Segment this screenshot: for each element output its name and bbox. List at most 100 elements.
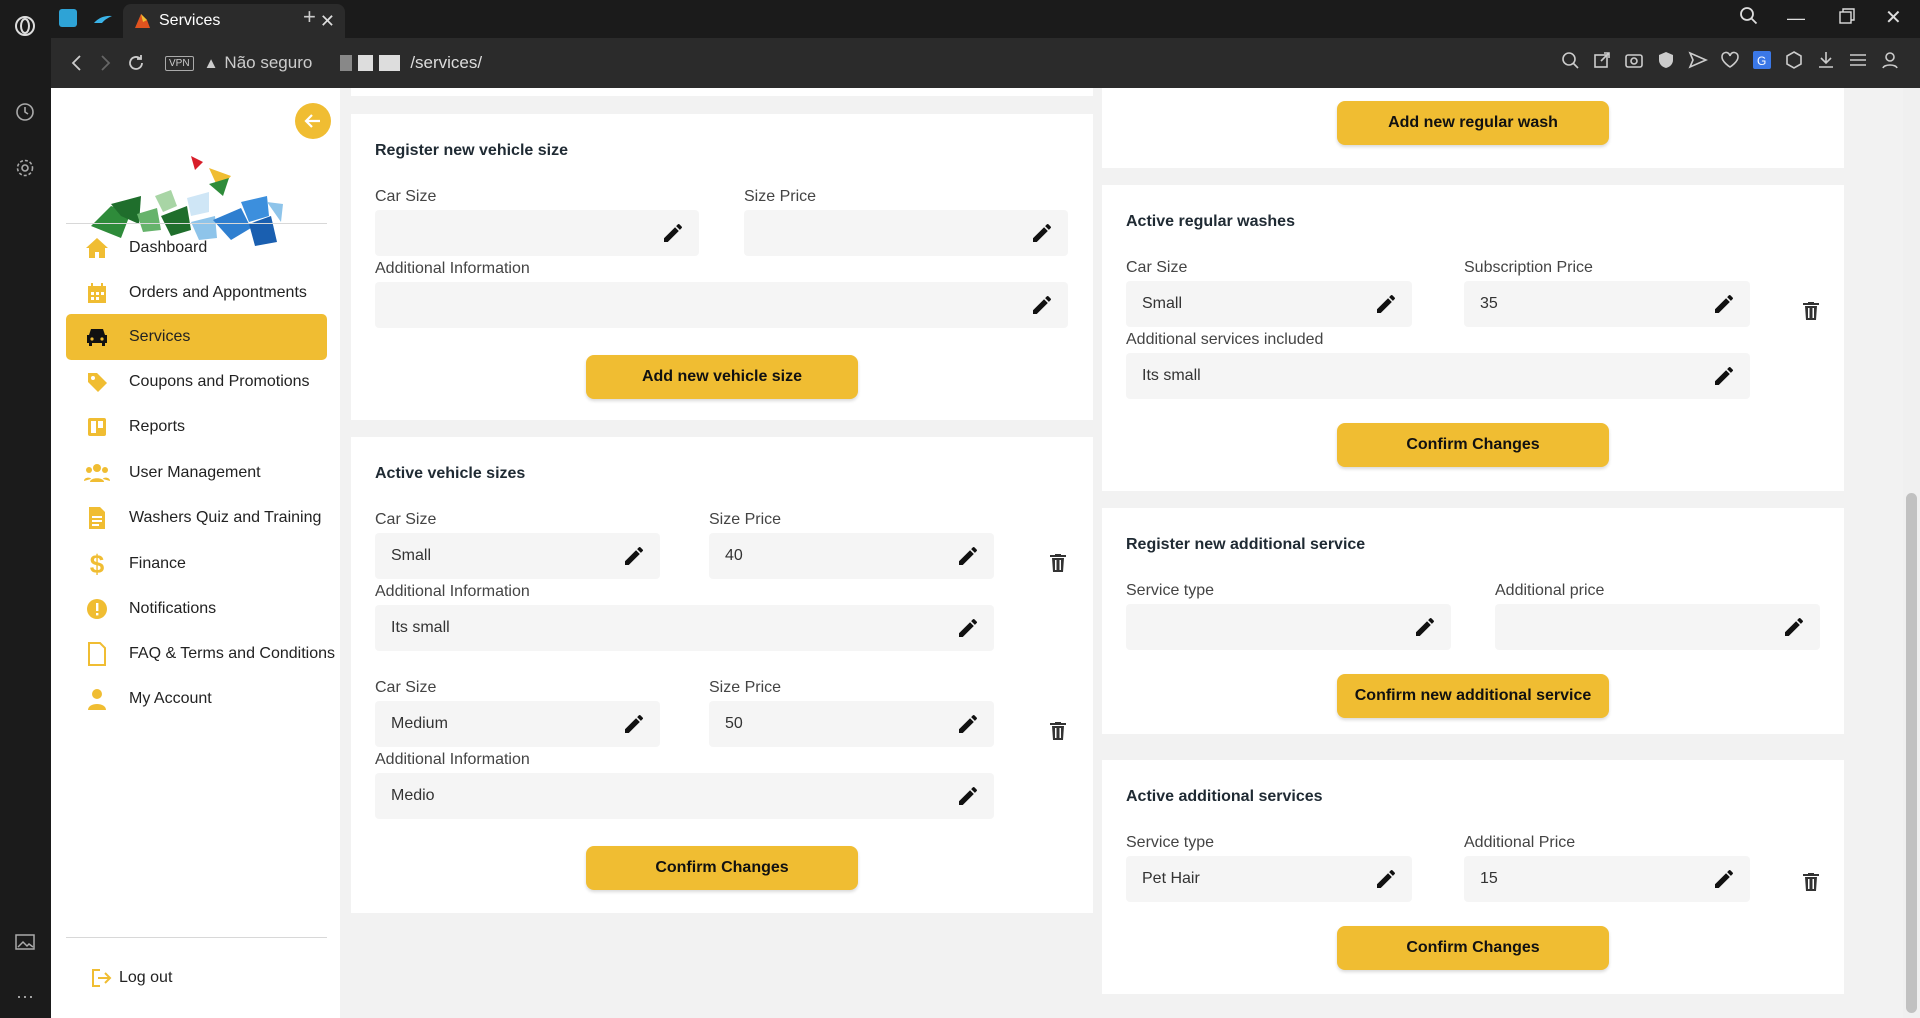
car-size-input[interactable]: Small xyxy=(1126,281,1412,327)
pencil-icon[interactable] xyxy=(956,544,980,568)
send-icon[interactable] xyxy=(1688,50,1708,70)
opera-logo-icon[interactable] xyxy=(13,14,37,38)
nav-finance[interactable]: $ Finance xyxy=(66,541,327,587)
additional-info-label: Additional Information xyxy=(375,751,530,768)
easy-setup-icon[interactable] xyxy=(1848,50,1868,70)
nav-orders[interactable]: Orders and Appontments xyxy=(66,270,327,316)
extensions-cube-icon[interactable] xyxy=(1784,50,1804,70)
back-icon[interactable] xyxy=(61,48,91,78)
logout-link[interactable]: Log out xyxy=(91,968,172,988)
confirm-new-additional-service-button[interactable]: Confirm new additional service xyxy=(1337,674,1609,718)
pencil-icon[interactable] xyxy=(1782,615,1806,639)
nav-my-account[interactable]: My Account xyxy=(66,676,327,722)
nav-reports[interactable]: Reports xyxy=(66,404,327,450)
pencil-icon[interactable] xyxy=(1413,615,1437,639)
pinned-tab-bird-icon[interactable] xyxy=(93,12,113,24)
collapse-sidebar-button[interactable] xyxy=(295,103,331,139)
field-value: Its small xyxy=(1142,367,1201,384)
dollar-icon: $ xyxy=(89,548,105,579)
size-price-input[interactable]: 40 xyxy=(709,533,994,579)
card-title: Active additional services xyxy=(1126,788,1323,805)
additional-info-input[interactable]: Its small xyxy=(375,605,994,651)
additional-info-input[interactable] xyxy=(375,282,1068,328)
pencil-icon[interactable] xyxy=(956,784,980,808)
pencil-icon[interactable] xyxy=(956,712,980,736)
profile-icon[interactable] xyxy=(1880,50,1900,70)
nav-notifications[interactable]: Notifications xyxy=(66,586,327,632)
pencil-icon[interactable] xyxy=(1374,292,1398,316)
logout-label: Log out xyxy=(119,969,173,986)
size-price-input[interactable]: 50 xyxy=(709,701,994,747)
active-additional-services-card: Active additional services Service type … xyxy=(1102,760,1844,994)
nav-faq[interactable]: FAQ & Terms and Conditions xyxy=(66,631,346,677)
car-size-input[interactable]: Medium xyxy=(375,701,660,747)
lens-icon[interactable] xyxy=(1560,50,1580,70)
new-tab-button[interactable]: + xyxy=(303,4,316,30)
pencil-icon[interactable] xyxy=(1030,221,1054,245)
service-type-input[interactable]: Pet Hair xyxy=(1126,856,1412,902)
pinned-tab-icon[interactable] xyxy=(59,9,77,27)
close-window-icon[interactable]: ✕ xyxy=(1885,5,1902,30)
page-scrollbar[interactable] xyxy=(1903,88,1920,1018)
forward-icon[interactable] xyxy=(91,48,121,78)
camera-icon[interactable] xyxy=(1624,50,1644,70)
delete-trash-icon[interactable] xyxy=(1799,870,1823,894)
restore-icon[interactable] xyxy=(1839,8,1855,29)
search-icon[interactable] xyxy=(1739,6,1759,31)
nav-washers-quiz[interactable]: Washers Quiz and Training xyxy=(66,495,327,541)
confirm-changes-button[interactable]: Confirm Changes xyxy=(1337,926,1609,970)
delete-trash-icon[interactable] xyxy=(1046,551,1070,575)
reload-icon[interactable] xyxy=(121,48,151,78)
pencil-icon[interactable] xyxy=(622,712,646,736)
additional-info-input[interactable]: Medio xyxy=(375,773,994,819)
nav-label: Services xyxy=(129,328,191,345)
confirm-changes-button[interactable]: Confirm Changes xyxy=(1337,423,1609,467)
history-icon[interactable] xyxy=(13,100,37,124)
pencil-icon[interactable] xyxy=(1030,293,1054,317)
car-size-label: Car Size xyxy=(1126,259,1188,276)
scrollbar-thumb[interactable] xyxy=(1906,493,1917,1013)
add-vehicle-size-button[interactable]: Add new vehicle size xyxy=(586,355,858,399)
pencil-icon[interactable] xyxy=(1374,867,1398,891)
car-size-input[interactable]: Small xyxy=(375,533,660,579)
url-path[interactable]: /services/ xyxy=(410,53,482,73)
nav-services[interactable]: Services xyxy=(66,314,327,360)
service-type-input[interactable] xyxy=(1126,604,1451,650)
add-regular-wash-button[interactable]: Add new regular wash xyxy=(1337,101,1609,145)
confirm-changes-button[interactable]: Confirm Changes xyxy=(586,846,858,890)
car-size-input[interactable] xyxy=(375,210,699,256)
translate-icon[interactable]: G xyxy=(1752,50,1772,70)
size-price-label: Size Price xyxy=(709,679,782,696)
subscription-price-input[interactable]: 35 xyxy=(1464,281,1750,327)
additional-services-input[interactable]: Its small xyxy=(1126,353,1750,399)
logout-icon xyxy=(92,969,112,987)
pencil-icon[interactable] xyxy=(1712,292,1736,316)
nav-user-management[interactable]: User Management xyxy=(66,450,327,496)
adblock-shield-icon[interactable] xyxy=(1656,50,1676,70)
active-vehicle-sizes-card: Active vehicle sizes Car Size Size Price… xyxy=(351,437,1093,913)
close-tab-icon[interactable]: ✕ xyxy=(320,11,335,32)
size-price-input[interactable] xyxy=(744,210,1068,256)
nav-coupons[interactable]: Coupons and Promotions xyxy=(66,359,327,405)
gallery-icon[interactable] xyxy=(13,930,37,954)
download-icon[interactable] xyxy=(1816,50,1836,70)
settings-gear-icon[interactable] xyxy=(13,156,37,180)
delete-trash-icon[interactable] xyxy=(1046,719,1070,743)
pencil-icon[interactable] xyxy=(956,616,980,640)
pencil-icon[interactable] xyxy=(661,221,685,245)
additional-price-input[interactable] xyxy=(1495,604,1820,650)
users-icon xyxy=(84,460,110,486)
sidebar-divider-bottom xyxy=(66,937,327,938)
pencil-icon[interactable] xyxy=(622,544,646,568)
security-status[interactable]: Não seguro xyxy=(224,53,312,73)
more-icon[interactable]: ⋯ xyxy=(13,985,37,1009)
vpn-badge[interactable]: VPN xyxy=(165,55,194,71)
pencil-icon[interactable] xyxy=(1712,364,1736,388)
delete-trash-icon[interactable] xyxy=(1799,299,1823,323)
minimize-icon[interactable]: — xyxy=(1787,8,1805,29)
additional-price-input[interactable]: 15 xyxy=(1464,856,1750,902)
heart-icon[interactable] xyxy=(1720,50,1740,70)
nav-dashboard[interactable]: Dashboard xyxy=(66,225,327,271)
pencil-icon[interactable] xyxy=(1712,867,1736,891)
share-icon[interactable] xyxy=(1592,50,1612,70)
